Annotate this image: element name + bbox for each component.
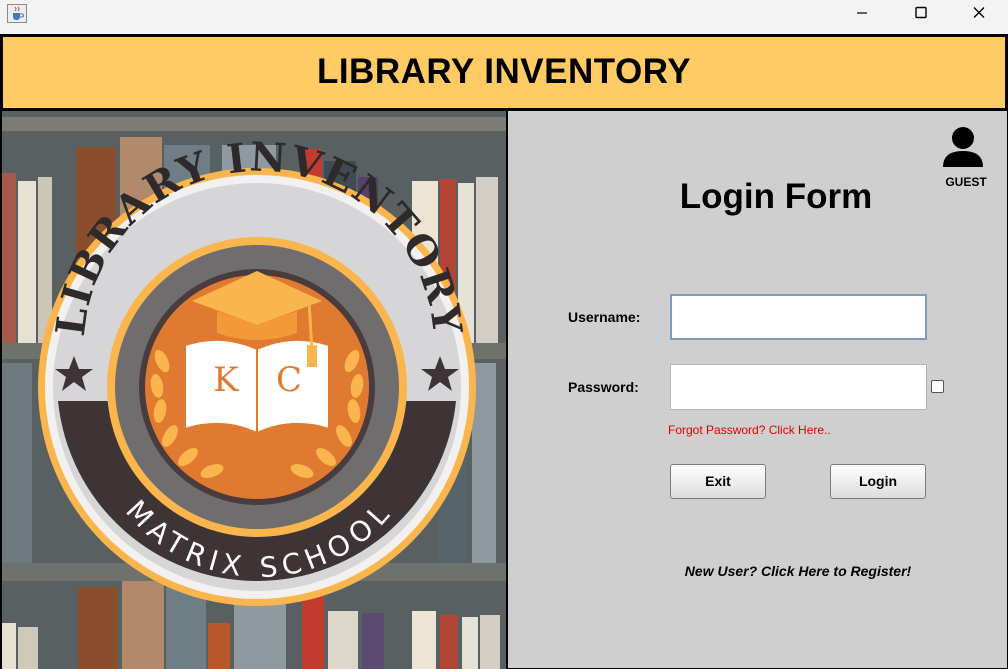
show-password-checkbox[interactable] [931, 380, 944, 393]
minimize-button[interactable] [833, 0, 891, 26]
close-button[interactable] [950, 0, 1008, 26]
minimize-icon [857, 12, 867, 14]
username-field[interactable] [670, 294, 927, 340]
forgot-password-link[interactable]: Forgot Password? Click Here.. [668, 423, 831, 437]
exit-button[interactable]: Exit [670, 464, 766, 499]
user-icon [941, 125, 985, 169]
maximize-button[interactable] [892, 0, 950, 26]
password-label: Password: [568, 379, 639, 395]
logo-monogram-left: K [213, 360, 239, 400]
logo-monogram-right: C [276, 360, 302, 400]
maximize-icon [915, 6, 927, 19]
bookshelf-background: LIBRARY INVENTORY MATRIX SCHOOL K C [2, 111, 506, 669]
app-title: LIBRARY INVENTORY [316, 52, 692, 91]
register-link[interactable]: New User? Click Here to Register! [508, 563, 1008, 579]
library-logo-panel: LIBRARY INVENTORY MATRIX SCHOOL K C [0, 111, 508, 669]
login-button[interactable]: Login [830, 464, 926, 499]
java-cup-icon [7, 4, 27, 23]
window-title-bar [0, 0, 1008, 34]
form-title: Login Form [679, 177, 873, 216]
close-icon [973, 7, 985, 18]
username-label: Username: [568, 309, 641, 325]
header-banner: LIBRARY INVENTORY [0, 34, 1008, 111]
password-field[interactable] [670, 364, 927, 410]
login-panel: GUEST Login Form Username: Password: For… [508, 111, 1008, 669]
